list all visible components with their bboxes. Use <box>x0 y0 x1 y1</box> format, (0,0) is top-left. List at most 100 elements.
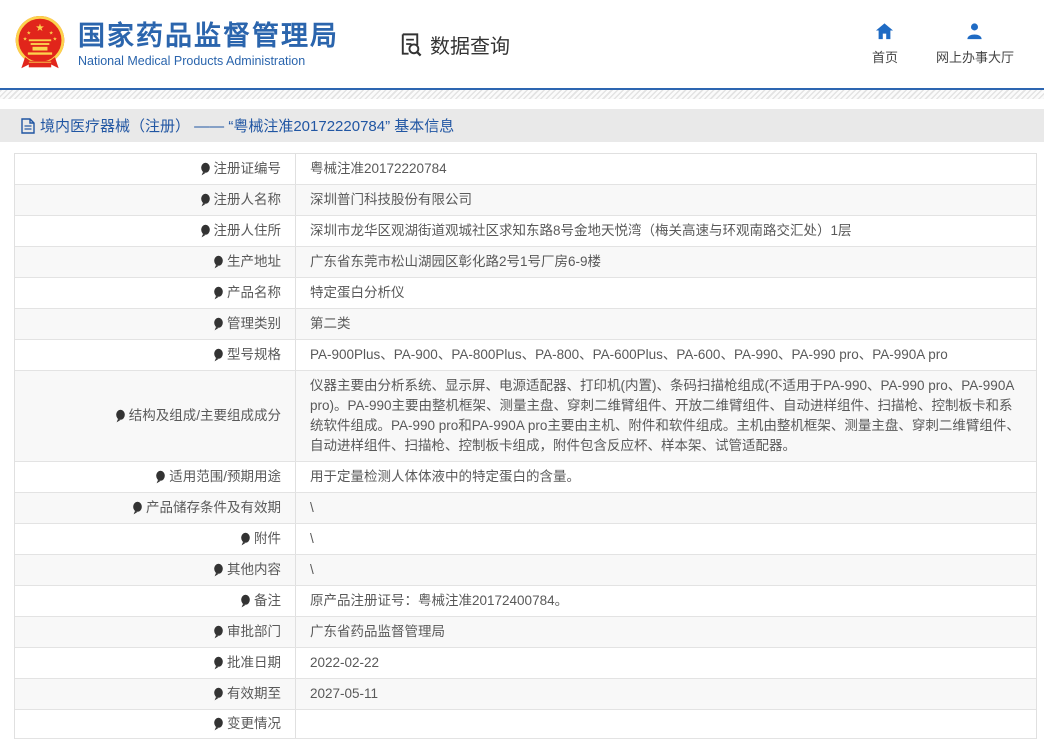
row-value: 特定蛋白分析仪 <box>296 278 1036 308</box>
table-row: 变更情况 <box>15 710 1036 739</box>
data-query-label: 数据查询 <box>430 30 510 59</box>
note-icon <box>115 409 126 423</box>
row-value: 原产品注册证号：粤械注准20172400784。 <box>296 586 1036 616</box>
row-value: 深圳市龙华区观湖街道观城社区求知东路8号金地天悦湾（梅关高速与环观南路交汇处）1… <box>296 216 1036 246</box>
row-value <box>296 710 1036 738</box>
row-value: 用于定量检测人体体液中的特定蛋白的含量。 <box>296 462 1036 492</box>
row-value: \ <box>296 493 1036 523</box>
svg-text:★: ★ <box>35 23 44 34</box>
table-row: 备注 原产品注册证号：粤械注准20172400784。 <box>15 586 1036 617</box>
row-value: 2022-02-22 <box>296 648 1036 678</box>
row-label: 审批部门 <box>15 617 296 647</box>
row-value: 广东省东莞市松山湖园区彰化路2号1号厂房6-9楼 <box>296 247 1036 277</box>
row-label: 有效期至 <box>15 679 296 709</box>
table-row: 注册人名称 深圳普门科技股份有限公司 <box>15 185 1036 216</box>
row-label: 产品名称 <box>15 278 296 308</box>
nav-home[interactable]: 首页 <box>872 22 898 66</box>
nav-service-hall[interactable]: 网上办事大厅 <box>936 22 1014 66</box>
page-title: 境内医疗器械（注册） —— “粤械注准20172220784” 基本信息 <box>40 115 454 136</box>
table-row: 附件 \ <box>15 524 1036 555</box>
row-label-text: 产品储存条件及有效期 <box>146 498 281 518</box>
row-value: 第二类 <box>296 309 1036 339</box>
row-label: 注册人住所 <box>15 216 296 246</box>
row-label: 注册人名称 <box>15 185 296 215</box>
nav-hall-label: 网上办事大厅 <box>936 47 1014 66</box>
row-label-text: 注册人住所 <box>214 221 282 241</box>
row-label: 结构及组成/主要组成成分 <box>15 371 296 461</box>
top-nav: 首页 网上办事大厅 <box>872 22 1014 66</box>
row-label: 附件 <box>15 524 296 554</box>
nmpa-emblem-logo: ★ ★ ★ ★ ★ <box>12 14 68 74</box>
row-label-text: 注册证编号 <box>214 159 282 179</box>
note-icon <box>213 717 224 731</box>
note-icon <box>213 625 224 639</box>
row-label-text: 型号规格 <box>227 345 281 365</box>
table-row: 结构及组成/主要组成成分 仪器主要由分析系统、显示屏、电源适配器、打印机(内置)… <box>15 371 1036 462</box>
row-value: 粤械注准20172220784 <box>296 154 1036 184</box>
row-label: 变更情况 <box>15 710 296 738</box>
row-label-text: 生产地址 <box>227 252 281 272</box>
note-icon <box>213 563 224 577</box>
row-label: 产品储存条件及有效期 <box>15 493 296 523</box>
row-label-text: 注册人名称 <box>214 190 282 210</box>
row-label-text: 产品名称 <box>227 283 281 303</box>
data-query-tab[interactable]: 数据查询 <box>397 30 510 59</box>
row-label-text: 结构及组成/主要组成成分 <box>129 406 281 426</box>
data-query-icon <box>397 31 424 58</box>
svg-text:★: ★ <box>53 36 58 42</box>
table-row: 产品名称 特定蛋白分析仪 <box>15 278 1036 309</box>
table-row: 有效期至 2027-05-11 <box>15 679 1036 710</box>
row-label-text: 审批部门 <box>227 622 281 642</box>
row-value: 2027-05-11 <box>296 679 1036 709</box>
note-icon <box>155 470 166 484</box>
note-icon <box>213 255 224 269</box>
note-icon <box>213 656 224 670</box>
nav-home-label: 首页 <box>872 47 898 66</box>
row-label-text: 附件 <box>254 529 281 549</box>
row-label-text: 管理类别 <box>227 314 281 334</box>
site-subtitle: National Medical Products Administration <box>78 54 339 68</box>
site-header: ★ ★ ★ ★ ★ 国家药品监督管理局 National Medical Pro… <box>0 0 1044 88</box>
row-label-text: 变更情况 <box>227 714 281 734</box>
row-label-text: 适用范围/预期用途 <box>169 467 281 487</box>
table-row: 型号规格 PA-900Plus、PA-900、PA-800Plus、PA-800… <box>15 340 1036 371</box>
row-value: 深圳普门科技股份有限公司 <box>296 185 1036 215</box>
row-label: 备注 <box>15 586 296 616</box>
table-row: 注册证编号 粤械注准20172220784 <box>15 154 1036 185</box>
row-label: 生产地址 <box>15 247 296 277</box>
page-title-bar: 境内医疗器械（注册） —— “粤械注准20172220784” 基本信息 <box>0 109 1044 142</box>
note-icon <box>200 193 211 207</box>
table-row: 生产地址 广东省东莞市松山湖园区彰化路2号1号厂房6-9楼 <box>15 247 1036 278</box>
table-row: 注册人住所 深圳市龙华区观湖街道观城社区求知东路8号金地天悦湾（梅关高速与环观南… <box>15 216 1036 247</box>
hatched-band <box>0 90 1044 99</box>
note-icon <box>200 162 211 176</box>
home-icon <box>875 22 894 41</box>
note-icon <box>132 501 143 515</box>
note-icon <box>200 224 211 238</box>
row-label-text: 批准日期 <box>227 653 281 673</box>
note-icon <box>213 348 224 362</box>
row-label-text: 备注 <box>254 591 281 611</box>
row-label: 注册证编号 <box>15 154 296 184</box>
person-icon <box>965 22 984 41</box>
row-value: \ <box>296 524 1036 554</box>
brand-text: 国家药品监督管理局 National Medical Products Admi… <box>78 21 339 68</box>
page: ★ ★ ★ ★ ★ 国家药品监督管理局 National Medical Pro… <box>0 0 1044 739</box>
row-value: 广东省药品监督管理局 <box>296 617 1036 647</box>
row-label-text: 其他内容 <box>227 560 281 580</box>
note-icon <box>240 532 251 546</box>
table-row: 管理类别 第二类 <box>15 309 1036 340</box>
site-title: 国家药品监督管理局 <box>78 21 339 51</box>
row-label: 适用范围/预期用途 <box>15 462 296 492</box>
table-row: 适用范围/预期用途 用于定量检测人体体液中的特定蛋白的含量。 <box>15 462 1036 493</box>
row-value: \ <box>296 555 1036 585</box>
row-label: 其他内容 <box>15 555 296 585</box>
table-row: 审批部门 广东省药品监督管理局 <box>15 617 1036 648</box>
row-label: 型号规格 <box>15 340 296 370</box>
table-row: 其他内容 \ <box>15 555 1036 586</box>
note-icon <box>240 594 251 608</box>
table-row: 批准日期 2022-02-22 <box>15 648 1036 679</box>
document-icon <box>21 118 35 134</box>
note-icon <box>213 317 224 331</box>
svg-text:★: ★ <box>23 36 28 42</box>
